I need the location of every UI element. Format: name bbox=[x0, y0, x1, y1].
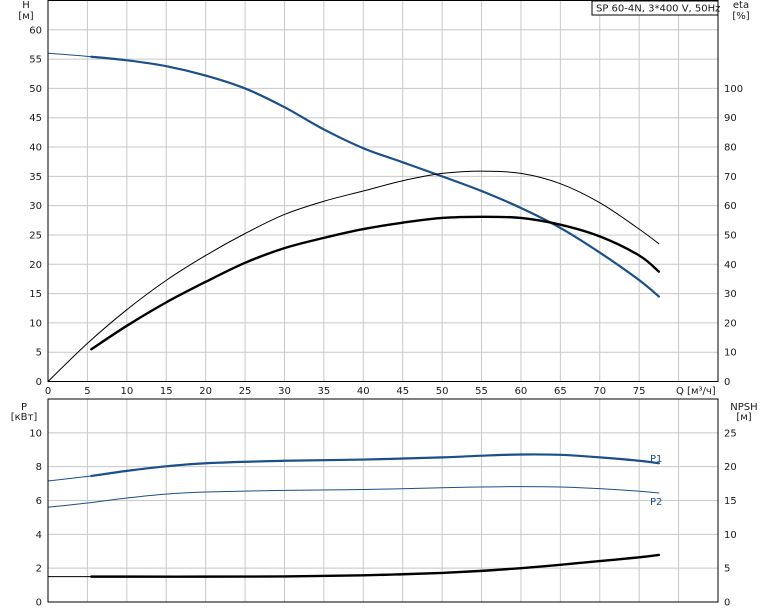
top-right-axis-label-1: eta bbox=[733, 0, 749, 11]
y2-tick-label: 20 bbox=[724, 318, 737, 329]
bottom-series-thin-blue-line bbox=[47, 475, 92, 482]
curves-layer bbox=[47, 52, 661, 578]
top-series-thin-black-line bbox=[47, 170, 660, 382]
x-axis-label: Q [м³/ч] bbox=[676, 386, 716, 397]
y2-tick-label: 0 bbox=[724, 598, 730, 609]
y-tick-label: 30 bbox=[29, 201, 42, 212]
top-panel-frame bbox=[47, 0, 719, 382]
y2-tick-label: 20 bbox=[724, 462, 737, 473]
axis-labels-layer: 0 5 10 15 20 25 30 35 40 45 50 55 60 65 70 750510152025… bbox=[29, 25, 743, 608]
y-tick-label: 40 bbox=[29, 143, 42, 154]
series-label-p1: P1 bbox=[650, 454, 662, 465]
y-tick-label: 0 bbox=[36, 377, 42, 388]
x-tick-label: 60 bbox=[515, 386, 528, 397]
pump-performance-chart: 0 5 10 15 20 25 30 35 40 45 50 55 60 65 70 750510152025… bbox=[11, 0, 758, 609]
bottom-series-p2-line bbox=[47, 486, 660, 508]
y2-tick-label: 10 bbox=[724, 530, 737, 541]
x-tick-label: 25 bbox=[239, 386, 252, 397]
y2-tick-label: 70 bbox=[724, 172, 737, 183]
bottom-panel-grid bbox=[48, 399, 718, 602]
y2-tick-label: 15 bbox=[724, 496, 737, 507]
x-tick-label: 75 bbox=[633, 386, 646, 397]
top-left-axis-label-2: [м] bbox=[18, 11, 33, 22]
y-tick-label: 50 bbox=[29, 84, 42, 95]
chart-title: SP 60-4N, 3*400 V, 50Hz bbox=[596, 4, 720, 15]
x-tick-label: 20 bbox=[199, 386, 212, 397]
x-tick-label: 55 bbox=[475, 386, 488, 397]
y-tick-label: 20 bbox=[29, 260, 42, 271]
x-tick-label: 10 bbox=[120, 386, 133, 397]
x-tick-label: 5 bbox=[84, 386, 90, 397]
x-tick-label: 70 bbox=[593, 386, 606, 397]
x-tick-label: 30 bbox=[278, 386, 291, 397]
x-tick-label: 0 bbox=[45, 386, 51, 397]
x-tick-label: 35 bbox=[318, 386, 331, 397]
top-series-thin-blue-line bbox=[47, 52, 92, 58]
y-tick-label: 15 bbox=[29, 289, 42, 300]
x-tick-label: 40 bbox=[357, 386, 370, 397]
y-tick-label: 55 bbox=[29, 55, 42, 66]
y2-tick-label: 100 bbox=[724, 84, 743, 95]
bottom-right-axis-label-2: [м] bbox=[736, 412, 751, 423]
top-left-axis-label-1: H bbox=[22, 0, 30, 11]
y-tick-label: 2 bbox=[36, 564, 42, 575]
y-tick-label: 25 bbox=[29, 230, 42, 241]
bottom-series-npsh-line bbox=[90, 553, 661, 578]
y-tick-label: 6 bbox=[36, 496, 42, 507]
y-tick-label: 35 bbox=[29, 172, 42, 183]
y2-tick-label: 5 bbox=[724, 564, 730, 575]
y-tick-label: 45 bbox=[29, 113, 42, 124]
x-tick-label: 45 bbox=[396, 386, 409, 397]
y2-tick-label: 90 bbox=[724, 113, 737, 124]
top-panel-grid bbox=[48, 0, 718, 382]
bottom-left-axis-label-2: [кВт] bbox=[11, 412, 38, 423]
bottom-series-p1-line bbox=[90, 453, 660, 478]
x-tick-label: 65 bbox=[554, 386, 567, 397]
y-tick-label: 10 bbox=[29, 318, 42, 329]
y-tick-label: 60 bbox=[29, 25, 42, 36]
y2-tick-label: 30 bbox=[724, 289, 737, 300]
x-tick-label: 15 bbox=[160, 386, 173, 397]
series-label-p2: P2 bbox=[650, 497, 662, 508]
y-tick-label: 5 bbox=[36, 348, 42, 359]
top-right-axis-label-2: [%] bbox=[732, 11, 749, 22]
y2-tick-label: 50 bbox=[724, 230, 737, 241]
y2-tick-label: 25 bbox=[724, 428, 737, 439]
y-tick-label: 0 bbox=[36, 598, 42, 609]
y-tick-label: 10 bbox=[29, 428, 42, 439]
title-box: SP 60-4N, 3*400 V, 50Hz bbox=[591, 0, 720, 16]
y2-tick-label: 80 bbox=[724, 143, 737, 154]
y2-tick-label: 0 bbox=[724, 377, 730, 388]
y2-tick-label: 60 bbox=[724, 201, 737, 212]
y-tick-label: 4 bbox=[36, 530, 42, 541]
y2-tick-label: 10 bbox=[724, 348, 737, 359]
y2-tick-label: 40 bbox=[724, 260, 737, 271]
y-tick-label: 8 bbox=[36, 462, 42, 473]
x-tick-label: 50 bbox=[436, 386, 449, 397]
